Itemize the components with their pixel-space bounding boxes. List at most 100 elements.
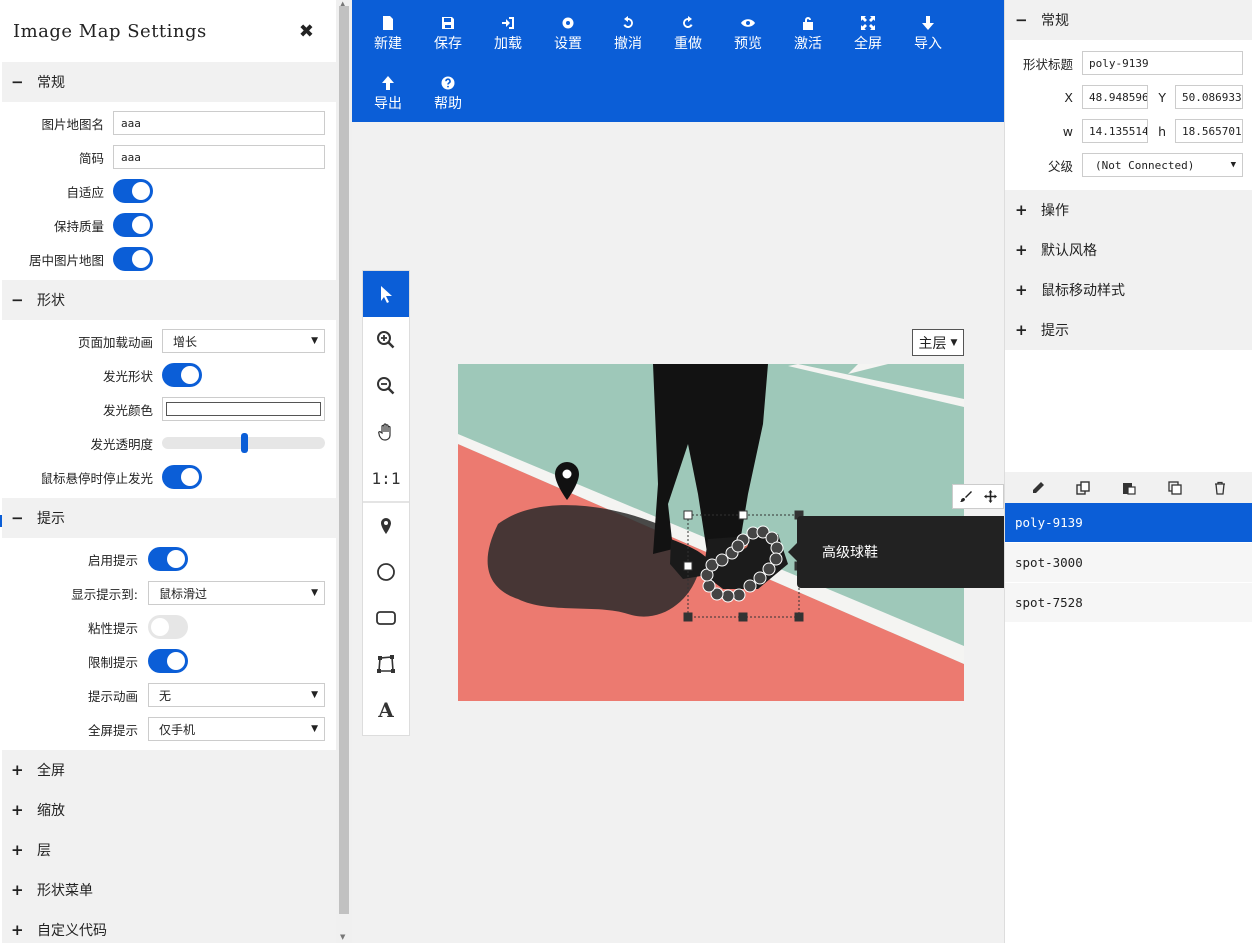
expand-icon: + [11, 801, 24, 819]
circle-icon [377, 563, 395, 581]
spot-tool[interactable] [363, 503, 409, 549]
copy-style-icon[interactable] [1076, 480, 1091, 495]
pencil-icon[interactable] [1031, 481, 1045, 495]
load-button[interactable]: 加载 [478, 8, 538, 68]
panel-title: Image Map Settings [13, 20, 207, 42]
center-toggle[interactable] [113, 247, 153, 271]
section-actions[interactable]: + 操作 [1005, 190, 1252, 230]
enable-tooltips-label: 启用提示 [87, 552, 138, 568]
section-custom-code[interactable]: + 自定义代码 [2, 910, 336, 943]
section-tooltips-body: 启用提示 显示提示到: 鼠标滑过 ▼ 粘性提示 限制提示 提示动画 无 ▼ 全屏提示 [2, 538, 336, 750]
pan-tool[interactable] [363, 409, 409, 455]
move-button[interactable] [978, 485, 1003, 508]
eye-icon [741, 19, 755, 27]
poly-shape[interactable] [700, 525, 784, 603]
section-shapes[interactable]: − 形状 [2, 280, 336, 320]
text-tool[interactable]: A [363, 687, 409, 733]
slider-knob[interactable] [240, 433, 248, 453]
activate-button[interactable]: 激活 [778, 8, 838, 68]
tooltip-anim-select[interactable]: 无 ▼ [148, 683, 325, 707]
sticky-toggle[interactable] [148, 615, 188, 639]
unlock-icon [803, 17, 813, 30]
select-tool[interactable] [363, 271, 409, 317]
preview-button[interactable]: 预览 [718, 8, 778, 68]
stop-glow-toggle[interactable] [162, 465, 202, 489]
scrollbar-thumb[interactable] [339, 6, 349, 914]
enable-tooltips-toggle[interactable] [148, 547, 188, 571]
settings-button[interactable]: 设置 [538, 8, 598, 68]
w-input[interactable]: 14.135514 [1082, 119, 1148, 143]
question-icon [441, 76, 455, 90]
save-button[interactable]: 保存 [418, 8, 478, 68]
section-fullscreen[interactable]: + 全屏 [2, 750, 336, 790]
shape-list-item[interactable]: spot-7528 [1005, 583, 1252, 623]
help-button[interactable]: 帮助 [418, 68, 478, 128]
actual-size-tool[interactable]: 1:1 [363, 455, 409, 501]
style-brush-button[interactable] [953, 485, 978, 508]
redo-button[interactable]: 重做 [658, 8, 718, 68]
scroll-down-icon[interactable]: ▼ [340, 933, 345, 941]
expand-icon: + [1015, 241, 1028, 259]
glow-color-picker[interactable] [162, 397, 325, 421]
section-shapes-menu[interactable]: + 形状菜单 [2, 870, 336, 910]
scrollbar[interactable]: ▲ ▼ [336, 0, 352, 943]
layer-select[interactable]: 主层 ▼ [912, 329, 964, 356]
load-anim-label: 页面加载动画 [77, 334, 153, 350]
selection-box[interactable] [687, 514, 800, 618]
tooltip-anim-label: 提示动画 [87, 688, 138, 704]
shape-quick-tools [952, 484, 1004, 509]
section-shape-general[interactable]: − 常规 [1005, 0, 1252, 40]
section-general[interactable]: − 常规 [2, 62, 336, 102]
quality-toggle[interactable] [113, 213, 153, 237]
poly-tool[interactable] [363, 641, 409, 687]
section-zoom[interactable]: + 缩放 [2, 790, 336, 830]
y-input[interactable]: 50.086933 [1175, 85, 1243, 109]
shape-tooltip: 高级球鞋 [788, 516, 1004, 588]
section-tooltip[interactable]: + 提示 [1005, 310, 1252, 350]
brush-icon [960, 491, 972, 502]
resize-handles[interactable] [683, 510, 804, 622]
rect-tool[interactable] [363, 595, 409, 641]
section-tooltips[interactable]: − 提示 [2, 498, 336, 538]
trash-icon[interactable] [1213, 481, 1227, 495]
section-title: 操作 [1041, 203, 1069, 219]
section-shapes-body: 页面加载动画 增长 ▼ 发光形状 发光颜色 发光透明度 鼠标悬停时停止发光 [2, 320, 336, 498]
zoom-in-icon [377, 331, 395, 349]
h-input[interactable]: 18.565701 [1175, 119, 1243, 143]
x-input[interactable]: 48.948596 [1082, 85, 1148, 109]
tool-palette: 1:1 A [362, 270, 410, 736]
close-icon[interactable]: ✖ [299, 21, 314, 42]
shape-list-item[interactable]: poly-9139 [1005, 503, 1252, 543]
section-layers[interactable]: + 层 [2, 830, 336, 870]
undo-button[interactable]: 撤消 [598, 8, 658, 68]
zoom-in-tool[interactable] [363, 317, 409, 363]
show-on-select[interactable]: 鼠标滑过 ▼ [148, 581, 325, 605]
constrain-toggle[interactable] [148, 649, 188, 673]
spot-marker-icon[interactable] [555, 462, 579, 500]
shape-title-input[interactable]: poly-9139 [1082, 51, 1243, 75]
expand-icon [861, 16, 875, 30]
zoom-out-tool[interactable] [363, 363, 409, 409]
parent-select[interactable]: (Not Connected) ▼ [1082, 153, 1243, 177]
section-mouseover-style[interactable]: + 鼠标移动样式 [1005, 270, 1252, 310]
glow-toggle[interactable] [162, 363, 202, 387]
duplicate-icon[interactable] [1167, 480, 1182, 495]
glow-opacity-slider[interactable] [162, 433, 325, 453]
circle-tool[interactable] [363, 549, 409, 595]
shortcode-input[interactable]: aaa [113, 145, 325, 169]
responsive-toggle[interactable] [113, 179, 153, 203]
redo-icon [683, 16, 693, 28]
panel-header: Image Map Settings ✖ [2, 0, 336, 62]
fullscreen-button[interactable]: 全屏 [838, 8, 898, 68]
name-input[interactable]: aaa [113, 111, 325, 135]
poly-icon [377, 655, 395, 673]
paste-style-icon[interactable] [1122, 481, 1136, 495]
import-button[interactable]: 导入 [898, 8, 958, 68]
settings-panel: Image Map Settings ✖ − 常规 图片地图名 aaa 简码 a… [0, 0, 352, 943]
shape-list-item[interactable]: spot-3000 [1005, 543, 1252, 583]
new-button[interactable]: 新建 [358, 8, 418, 68]
load-anim-select[interactable]: 增长 ▼ [162, 329, 325, 353]
section-default-style[interactable]: + 默认风格 [1005, 230, 1252, 270]
fullscreen-tooltips-select[interactable]: 仅手机 ▼ [148, 717, 325, 741]
export-button[interactable]: 导出 [358, 68, 418, 128]
